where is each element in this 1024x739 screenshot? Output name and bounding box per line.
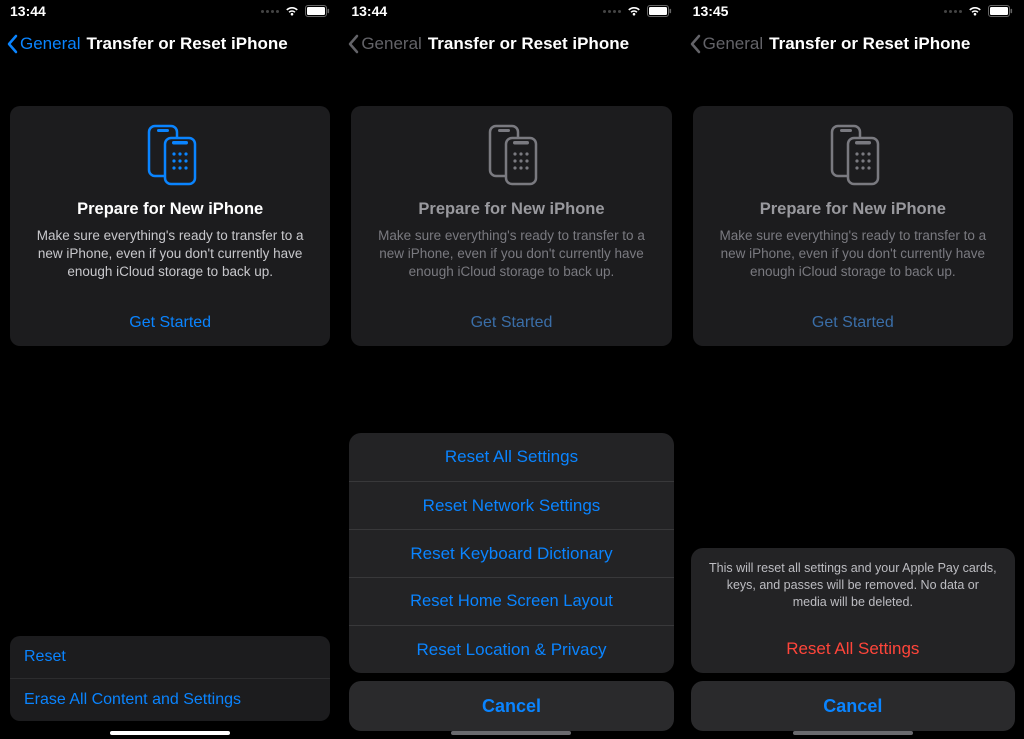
home-indicator[interactable] [793,731,913,735]
sheet-options: Reset All Settings Reset Network Setting… [349,433,673,673]
nav-bar: General Transfer or Reset iPhone [341,22,681,66]
sheet-item-reset-all[interactable]: Reset All Settings [349,433,673,481]
confirm-message: This will reset all settings and your Ap… [691,548,1015,625]
nav-bar: General Transfer or Reset iPhone [683,22,1023,66]
back-button[interactable]: General [347,34,421,54]
prepare-card: Prepare for New iPhone Make sure everyth… [693,106,1013,346]
two-iphones-icon [707,124,999,186]
battery-icon [305,5,330,17]
reset-options-list: Reset Erase All Content and Settings [10,636,330,721]
reset-action-sheet: Reset All Settings Reset Network Setting… [349,433,673,731]
battery-icon [988,5,1013,17]
erase-row[interactable]: Erase All Content and Settings [10,678,330,721]
cellular-dots-icon [603,10,621,13]
wifi-icon [626,5,642,17]
card-title: Prepare for New iPhone [24,200,316,219]
chevron-left-icon [689,34,701,54]
back-label: General [20,34,80,54]
sheet-cancel-button[interactable]: Cancel [349,681,673,731]
screen-reset-sheet: 13:44 General Transfer or Reset iPhone [341,0,682,739]
confirm-group: This will reset all settings and your Ap… [691,548,1015,673]
two-iphones-icon [365,124,657,186]
card-description: Make sure everything's ready to transfer… [24,227,316,282]
card-title: Prepare for New iPhone [707,200,999,219]
get-started-button[interactable]: Get Started [707,314,999,332]
battery-icon [647,5,672,17]
prepare-card: Prepare for New iPhone Make sure everyth… [351,106,671,346]
home-indicator[interactable] [451,731,571,735]
nav-title: Transfer or Reset iPhone [428,34,629,54]
nav-title: Transfer or Reset iPhone [86,34,287,54]
get-started-button[interactable]: Get Started [365,314,657,332]
sheet-item-reset-location[interactable]: Reset Location & Privacy [349,625,673,673]
confirm-cancel-button[interactable]: Cancel [691,681,1015,731]
back-label: General [703,34,763,54]
cellular-dots-icon [261,10,279,13]
status-bar: 13:44 [0,0,340,22]
status-right [261,5,330,17]
status-right [603,5,672,17]
card-title: Prepare for New iPhone [365,200,657,219]
nav-title: Transfer or Reset iPhone [769,34,970,54]
status-time: 13:44 [351,3,387,19]
screen-reset-confirm: 13:45 General Transfer or Reset iPhone [683,0,1024,739]
get-started-button[interactable]: Get Started [24,314,316,332]
confirm-action-sheet: This will reset all settings and your Ap… [691,548,1015,731]
chevron-left-icon [6,34,18,54]
home-indicator[interactable] [110,731,230,735]
confirm-reset-all-button[interactable]: Reset All Settings [691,625,1015,673]
card-description: Make sure everything's ready to transfer… [365,227,657,282]
status-time: 13:44 [10,3,46,19]
back-button[interactable]: General [689,34,763,54]
status-right [944,5,1013,17]
back-button[interactable]: General [6,34,80,54]
two-iphones-icon [24,124,316,186]
sheet-item-reset-network[interactable]: Reset Network Settings [349,481,673,529]
prepare-card: Prepare for New iPhone Make sure everyth… [10,106,330,346]
wifi-icon [967,5,983,17]
chevron-left-icon [347,34,359,54]
status-time: 13:45 [693,3,729,19]
back-label: General [361,34,421,54]
sheet-item-reset-home[interactable]: Reset Home Screen Layout [349,577,673,625]
reset-row[interactable]: Reset [10,636,330,678]
wifi-icon [284,5,300,17]
status-bar: 13:44 [341,0,681,22]
card-description: Make sure everything's ready to transfer… [707,227,999,282]
cellular-dots-icon [944,10,962,13]
screen-transfer-reset: 13:44 General Transfer or Reset iPhone [0,0,341,739]
nav-bar: General Transfer or Reset iPhone [0,22,340,66]
sheet-item-reset-keyboard[interactable]: Reset Keyboard Dictionary [349,529,673,577]
status-bar: 13:45 [683,0,1023,22]
